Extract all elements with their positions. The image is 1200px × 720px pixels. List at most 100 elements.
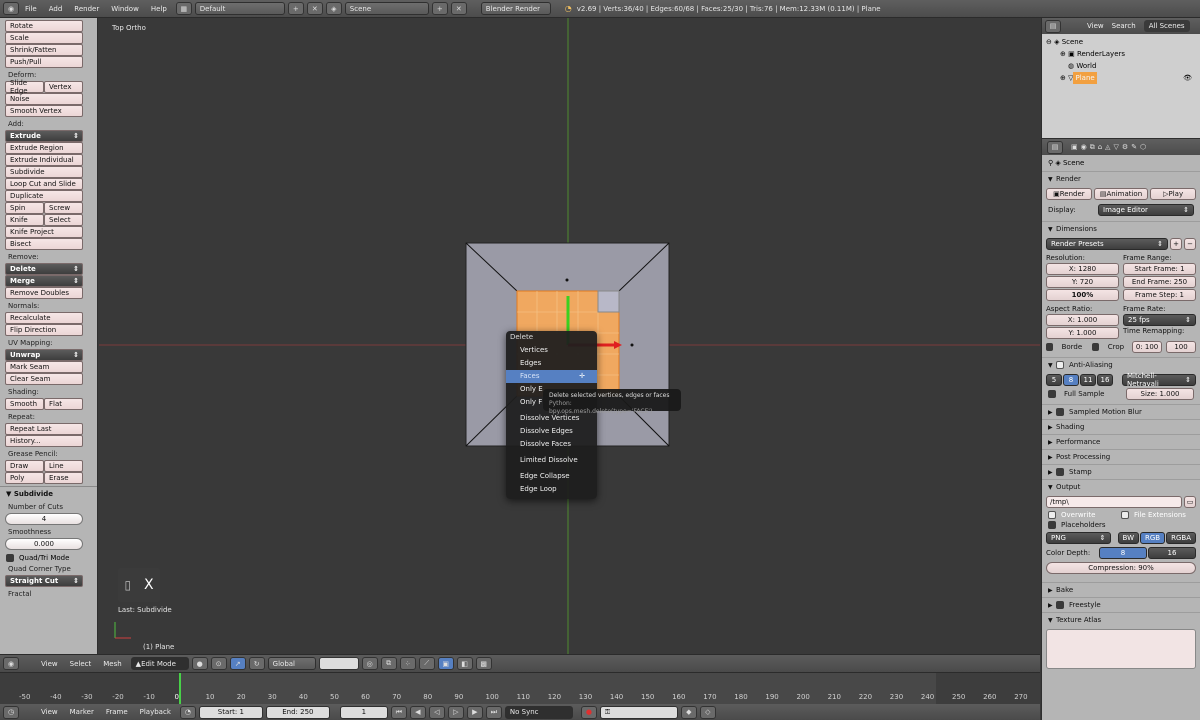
freestyle-checkbox[interactable] xyxy=(1056,601,1064,609)
aa-8-button[interactable]: 8 xyxy=(1063,374,1079,386)
record-icon[interactable]: ● xyxy=(580,705,597,719)
aspect-y-field[interactable]: Y: 1.000 xyxy=(1046,327,1119,339)
bw-button[interactable]: BW xyxy=(1117,532,1140,544)
outliner-search-menu[interactable]: Search xyxy=(1112,22,1136,30)
file-format-select[interactable]: PNG ⇕ xyxy=(1046,532,1111,544)
operator-panel-header[interactable]: ▼ Subdivide xyxy=(0,487,97,500)
history-button[interactable]: History... xyxy=(5,435,83,447)
res-x-field[interactable]: X: 1280 xyxy=(1046,263,1119,275)
preview-range-icon[interactable]: ◔ xyxy=(179,705,196,719)
dimensions-panel-header[interactable]: ▼ Dimensions xyxy=(1042,221,1200,236)
menu-file[interactable]: File xyxy=(19,5,43,13)
quad-corner-type-dropdown[interactable]: Straight Cut ⇕ xyxy=(5,575,83,587)
snap-icon[interactable]: ⧉ xyxy=(380,657,397,670)
flip-direction-button[interactable]: Flip Direction xyxy=(5,324,83,336)
play-reverse-icon[interactable]: ◁ xyxy=(428,705,445,719)
outliner-item-plane[interactable]: ⊕ ▽ Plane 👁 xyxy=(1046,72,1196,84)
freestyle-panel-header[interactable]: ▶ Freestyle xyxy=(1042,597,1200,612)
res-percent-field[interactable]: 100% xyxy=(1046,289,1119,301)
output-path-field[interactable]: /tmp\ xyxy=(1046,496,1182,508)
subdivide-button[interactable]: Subdivide xyxy=(5,166,83,178)
mesh-menu[interactable]: Mesh xyxy=(97,660,127,668)
bake-panel-header[interactable]: ▶ Bake xyxy=(1042,582,1200,597)
poly-button[interactable]: Poly xyxy=(5,472,44,484)
pin-icon[interactable]: ⚲ ◈ xyxy=(1048,159,1063,167)
outliner-editor-icon[interactable]: ▤ xyxy=(1045,19,1061,33)
start-frame-input[interactable]: Start: 1 xyxy=(198,705,263,719)
smoothness-field[interactable]: 0.000 xyxy=(5,538,83,550)
rotate-manipulator-icon[interactable]: ↻ xyxy=(248,657,265,670)
scene-icon[interactable]: ◈ xyxy=(325,2,342,15)
play-icon[interactable]: ▷ xyxy=(447,705,464,719)
draw-button[interactable]: Draw xyxy=(5,460,44,472)
edge-collapse-item[interactable]: Edge Collapse xyxy=(506,470,597,483)
outliner-view-menu[interactable]: View xyxy=(1087,22,1104,30)
res-y-field[interactable]: Y: 720 xyxy=(1046,276,1119,288)
visibility-eye-icon[interactable]: 👁 xyxy=(1183,72,1192,84)
add-screen-icon[interactable]: + xyxy=(287,2,304,15)
bisect-button[interactable]: Bisect xyxy=(5,238,83,250)
all-scenes-select[interactable]: All Scenes xyxy=(1143,20,1190,32)
aa-11-button[interactable]: 11 xyxy=(1080,374,1096,386)
stamp-checkbox[interactable] xyxy=(1056,468,1064,476)
remap-new-field[interactable]: 100 xyxy=(1166,341,1196,353)
file-extensions-checkbox[interactable] xyxy=(1121,511,1129,519)
animation-button[interactable]: ▤ Animation xyxy=(1093,188,1149,200)
context-tab-icons[interactable]: ▣◉⧉⌂◬▽⚙✎⬡ xyxy=(1071,143,1149,152)
mark-seam-button[interactable]: Mark Seam xyxy=(5,361,83,373)
filter-size-field[interactable]: Size: 1.000 xyxy=(1126,388,1194,400)
clear-seam-button[interactable]: Clear Seam xyxy=(5,373,83,385)
border-checkbox[interactable] xyxy=(1046,343,1053,351)
face-select-icon[interactable]: ▣ xyxy=(437,657,454,670)
delete-keyframe-icon[interactable]: ◇ xyxy=(699,705,716,719)
render-panel-header[interactable]: ▼ Render xyxy=(1042,171,1200,186)
layers-icon[interactable] xyxy=(318,657,359,670)
extrude-individual-button[interactable]: Extrude Individual xyxy=(5,154,83,166)
frame-menu[interactable]: Frame xyxy=(100,708,134,716)
sampled-motion-blur-header[interactable]: ▶ Sampled Motion Blur xyxy=(1042,404,1200,419)
recalculate-button[interactable]: Recalculate xyxy=(5,312,83,324)
render-presets-select[interactable]: Render Presets ⇕ xyxy=(1046,238,1168,250)
rgba-button[interactable]: RGBA xyxy=(1166,532,1196,544)
extrude-dropdown[interactable]: Extrude ⇕ xyxy=(5,130,83,142)
aa-5-button[interactable]: 5 xyxy=(1046,374,1062,386)
vertex-button[interactable]: Vertex xyxy=(44,81,83,93)
pivot-point-icon[interactable]: ⊙ xyxy=(210,657,227,670)
insert-keyframe-icon[interactable]: ◆ xyxy=(680,705,697,719)
motion-blur-checkbox[interactable] xyxy=(1056,408,1064,416)
edge-select-icon[interactable]: ⟋ xyxy=(418,657,435,670)
shading-panel-header[interactable]: ▶ Shading xyxy=(1042,419,1200,434)
depth-8-button[interactable]: 8 xyxy=(1099,547,1147,559)
delete-faces-item[interactable]: Faces ✛ xyxy=(506,370,597,383)
flat-shading-button[interactable]: Flat xyxy=(44,398,83,410)
remove-screen-icon[interactable]: ✕ xyxy=(306,2,323,15)
prev-key-icon[interactable]: ◀ xyxy=(409,705,426,719)
folder-icon[interactable]: ▭ xyxy=(1184,496,1196,508)
start-frame-field[interactable]: Start Frame: 1 xyxy=(1123,263,1196,275)
outliner-item-renderlayers[interactable]: ⊕ ▣ RenderLayers xyxy=(1046,48,1196,60)
menu-help[interactable]: Help xyxy=(145,5,173,13)
opengl-render-icon[interactable]: ▩ xyxy=(475,657,492,670)
knife-project-button[interactable]: Knife Project xyxy=(5,226,83,238)
quad-tri-checkbox[interactable]: Quad/Tri Mode xyxy=(0,550,97,562)
overwrite-checkbox[interactable] xyxy=(1048,511,1056,519)
repeat-last-button[interactable]: Repeat Last xyxy=(5,423,83,435)
menu-render[interactable]: Render xyxy=(68,5,105,13)
jump-start-icon[interactable]: ⏮ xyxy=(390,705,407,719)
knife-select-button[interactable]: Select xyxy=(44,214,83,226)
delete-dropdown[interactable]: Delete ⇕ xyxy=(5,263,83,275)
mode-select[interactable]: ▲ Edit Mode xyxy=(130,657,189,670)
aa-filter-select[interactable]: Mitchell-Netravali ⇕ xyxy=(1122,372,1196,388)
proportional-edit-icon[interactable]: ◎ xyxy=(361,657,378,670)
post-processing-header[interactable]: ▶ Post Processing xyxy=(1042,449,1200,464)
current-frame-input[interactable]: 1 xyxy=(339,705,388,719)
end-frame-field[interactable]: End Frame: 250 xyxy=(1123,276,1196,288)
screw-button[interactable]: Screw xyxy=(44,202,83,214)
next-key-icon[interactable]: ▶ xyxy=(466,705,483,719)
edge-loop-item[interactable]: Edge Loop xyxy=(506,483,597,496)
loop-cut-button[interactable]: Loop Cut and Slide xyxy=(5,178,83,190)
viewport-editor-icon[interactable]: ◉ xyxy=(3,657,19,670)
remove-scene-icon[interactable]: ✕ xyxy=(450,2,467,15)
play-button[interactable]: ▷ Play xyxy=(1150,188,1196,200)
depth-16-button[interactable]: 16 xyxy=(1148,547,1196,559)
